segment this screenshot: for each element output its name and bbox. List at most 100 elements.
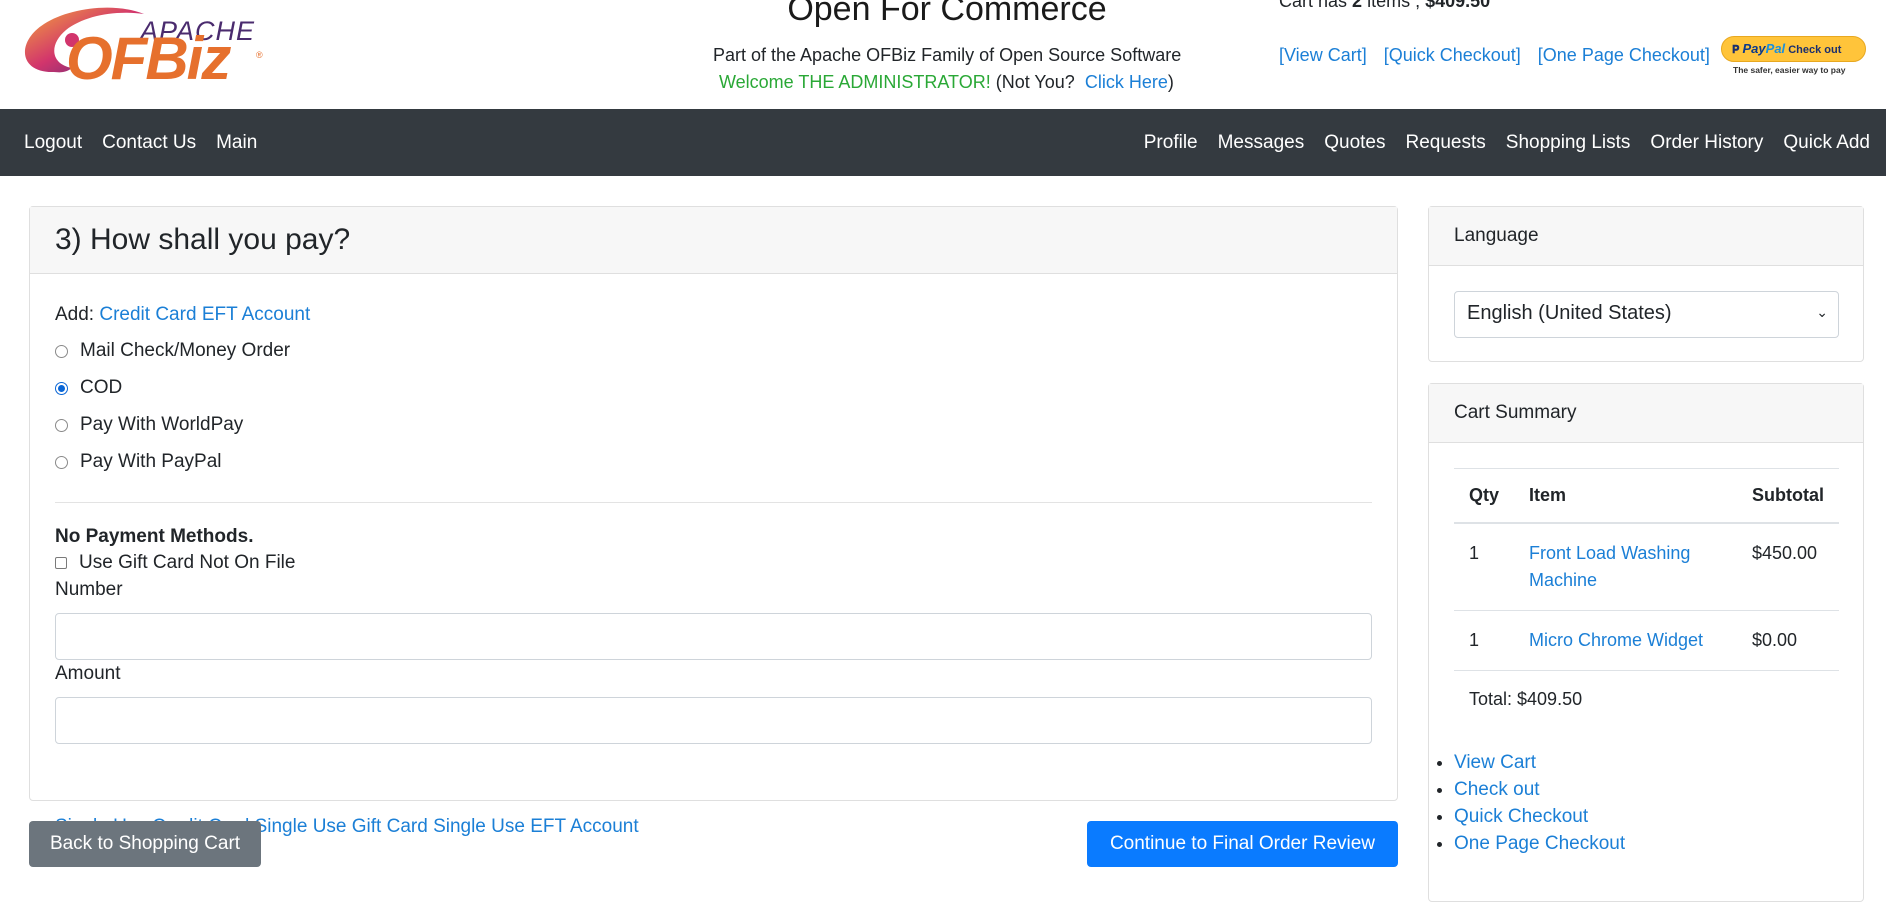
logo-ofbiz-text: OFBiz [66,25,231,92]
worldpay-label: Pay With WorldPay [80,414,244,435]
language-title: Language [1429,207,1863,266]
add-payment-line: Add: Credit Card EFT Account [55,304,310,326]
summary-check-out-link[interactable]: Check out [1454,779,1540,800]
list-item: One Page Checkout [1454,830,1625,857]
site-subtitle: Part of the Apache OFBiz Family of Open … [713,45,1182,65]
nav-logout[interactable]: Logout [24,132,82,154]
payment-option-paypal[interactable]: Pay With PayPal [55,451,222,473]
nav-quick-add[interactable]: Quick Add [1783,132,1870,154]
col-subtotal: Subtotal [1737,468,1839,524]
nav-shopping-lists[interactable]: Shopping Lists [1506,132,1631,154]
quick-checkout-link[interactable]: [Quick Checkout] [1384,45,1521,65]
continue-review-button[interactable]: Continue to Final Order Review [1087,821,1398,867]
row-qty: 1 [1454,610,1515,671]
list-item: Check out [1454,776,1625,803]
cart-summary-title: Cart Summary [1429,384,1863,443]
mail-check-label: Mail Check/Money Order [80,340,291,361]
not-you-text: (Not You? [995,72,1075,92]
cart-status: Cart has 2 items , $409.50 [1279,0,1490,12]
summary-view-cart-link[interactable]: View Cart [1454,752,1536,773]
table-header-row: Qty Item Subtotal [1454,468,1839,524]
paypal-button-label: Check out [1788,44,1842,56]
add-label: Add: [55,304,95,325]
gift-card-option[interactable]: Use Gift Card Not On File [55,552,295,574]
single-use-gift-card-link[interactable]: Single Use Gift Card [255,816,428,837]
one-page-checkout-link[interactable]: [One Page Checkout] [1538,45,1710,65]
item-link[interactable]: Front Load Washing Machine [1529,543,1690,590]
cart-count: 2 [1352,0,1363,11]
main-navbar: Logout Contact Us Main Profile Messages … [0,109,1886,176]
cart-summary-links: View Cart Check out Quick Checkout One P… [1429,749,1625,857]
amount-label: Amount [55,663,121,684]
back-to-cart-button[interactable]: Back to Shopping Cart [29,821,261,867]
payment-option-cod[interactable]: COD [55,377,122,399]
add-eft-account-link[interactable]: EFT Account [202,304,310,325]
not-you-close: ) [1167,72,1174,92]
col-item: Item [1514,468,1737,524]
row-subtotal: $450.00 [1737,523,1839,611]
site-header: APACHE OFBiz ® Open For Commerce Part of… [0,0,1886,109]
cart-items-text: items , [1367,0,1421,11]
number-label: Number [55,579,123,600]
paypal-radio[interactable] [55,455,68,469]
welcome-message: Welcome THE ADMINISTRATOR! (Not You? Cli… [719,72,1174,93]
gift-card-number-input[interactable] [55,613,1372,660]
nav-quotes[interactable]: Quotes [1324,132,1385,154]
row-subtotal: $0.00 [1737,610,1839,671]
paypal-label: Pay With PayPal [80,451,222,472]
payment-option-mail-check[interactable]: Mail Check/Money Order [55,340,290,362]
list-item: Quick Checkout [1454,803,1625,830]
language-select[interactable]: English (United States) ⌄ [1454,291,1839,338]
table-row: 1 Micro Chrome Widget $0.00 [1454,610,1839,671]
nav-messages[interactable]: Messages [1218,132,1305,154]
nav-profile[interactable]: Profile [1144,132,1198,154]
registered-mark: ® [256,50,263,60]
cart-total: $409.50 [1425,0,1491,11]
nav-order-history[interactable]: Order History [1650,132,1763,154]
cart-prefix: Cart has [1279,0,1348,11]
paypal-logo-icon: 𝐏 PayPal [1732,41,1786,56]
paypal-checkout-button[interactable]: 𝐏 PayPal Check out [1721,36,1866,62]
chevron-down-icon: ⌄ [1816,304,1828,320]
table-row: 1 Front Load Washing Machine $450.00 [1454,523,1839,611]
paypal-tagline: The safer, easier way to pay [1733,65,1846,75]
payment-title: 3) How shall you pay? [55,223,351,256]
welcome-text: Welcome THE ADMINISTRATOR! [719,72,991,92]
add-credit-card-link[interactable]: Credit Card [99,304,196,325]
gift-card-checkbox[interactable] [55,557,67,569]
section-divider [55,502,1372,503]
item-link[interactable]: Micro Chrome Widget [1529,630,1703,650]
cart-summary-table: Qty Item Subtotal 1 Front Load Washing M… [1454,468,1839,671]
payment-card-header: 3) How shall you pay? [30,207,1397,274]
site-title: Open For Commerce [787,0,1107,28]
no-payment-methods: No Payment Methods. [55,526,254,547]
cart-summary-total: Total: $409.50 [1469,689,1583,709]
mail-check-radio[interactable] [55,344,68,358]
row-qty: 1 [1454,523,1515,611]
gift-card-label: Use Gift Card Not On File [79,552,296,573]
nav-left: Logout Contact Us Main [24,109,277,176]
col-qty: Qty [1454,468,1515,524]
nav-requests[interactable]: Requests [1405,132,1485,154]
nav-main[interactable]: Main [216,132,257,154]
single-use-eft-account-link[interactable]: Single Use EFT Account [433,816,639,837]
nav-right: Profile Messages Quotes Requests Shoppin… [1124,109,1870,176]
list-item: View Cart [1454,749,1625,776]
payment-option-worldpay[interactable]: Pay With WorldPay [55,414,243,436]
summary-one-page-checkout-link[interactable]: One Page Checkout [1454,833,1625,854]
language-card: Language English (United States) ⌄ [1428,206,1864,362]
cod-radio[interactable] [55,381,68,395]
cart-links: [View Cart] [Quick Checkout] [One Page C… [1279,45,1722,66]
view-cart-link[interactable]: [View Cart] [1279,45,1367,65]
row-item: Front Load Washing Machine [1514,523,1737,611]
cart-summary-card: Cart Summary Qty Item Subtotal 1 Front L… [1428,383,1864,902]
summary-quick-checkout-link[interactable]: Quick Checkout [1454,806,1588,827]
cod-label: COD [80,377,123,398]
worldpay-radio[interactable] [55,418,68,432]
language-selected-value: English (United States) [1467,302,1672,324]
click-here-link[interactable]: Click Here [1085,72,1168,92]
gift-card-amount-input[interactable] [55,697,1372,744]
nav-contact-us[interactable]: Contact Us [102,132,196,154]
payment-card: 3) How shall you pay? Add: Credit Card E… [29,206,1398,837]
row-item: Micro Chrome Widget [1514,610,1737,671]
